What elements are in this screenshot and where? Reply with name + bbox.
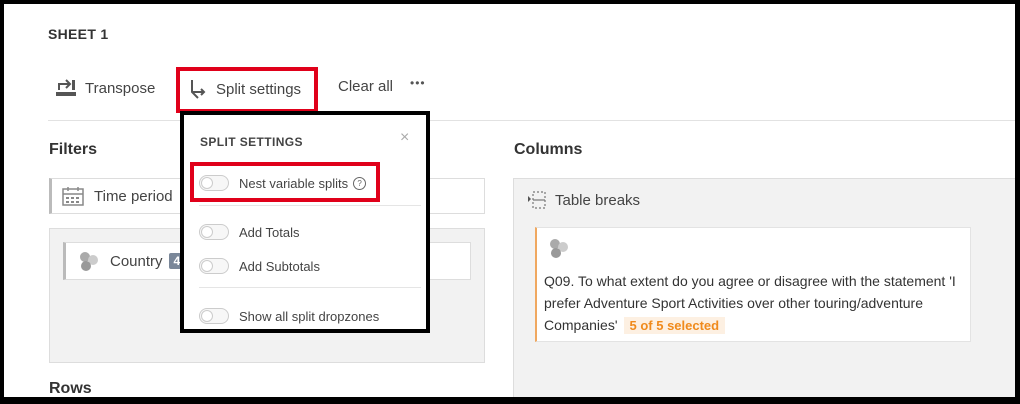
transpose-icon [56, 79, 76, 96]
card-text: Q09. To what extent do you agree or disa… [544, 270, 964, 337]
show-all-split-dropzones-label: Show all split dropzones [239, 308, 380, 324]
columns-title: Columns [514, 141, 583, 158]
clear-all-label: Clear all [338, 78, 394, 95]
add-totals-row: Add Totals [199, 224, 299, 240]
split-settings-popover: SPLIT SETTINGS × Nest variable splits ? … [180, 111, 430, 333]
add-subtotals-toggle[interactable] [199, 258, 229, 274]
popover-divider [199, 287, 421, 288]
sheet-title: SHEET 1 [48, 26, 109, 42]
popover-divider [199, 205, 421, 206]
clear-all-button[interactable]: Clear all [338, 78, 393, 95]
add-subtotals-row: Add Subtotals [199, 258, 320, 274]
more-icon: ••• [410, 76, 426, 90]
rows-title: Rows [49, 380, 92, 397]
variable-card[interactable]: Q09. To what extent do you agree or disa… [535, 227, 971, 342]
add-totals-toggle[interactable] [199, 224, 229, 240]
show-all-split-dropzones-toggle[interactable] [199, 308, 229, 324]
transpose-button[interactable]: Transpose [55, 78, 155, 98]
table-breaks-label: Table breaks [555, 191, 641, 209]
show-all-split-dropzones-row: Show all split dropzones [199, 308, 379, 324]
close-icon[interactable]: × [400, 129, 409, 147]
categorical-variable-icon [550, 239, 568, 258]
filters-title: Filters [49, 141, 98, 158]
add-subtotals-label: Add Subtotals [239, 258, 320, 274]
more-options-button[interactable]: ••• [410, 76, 426, 90]
question-text: Q09. To what extent do you agree or disa… [544, 273, 956, 333]
app-frame: SHEET 1 Transpose Split settings Clear a… [4, 4, 1015, 397]
calendar-icon [62, 187, 84, 206]
time-period-label: Time period [94, 187, 173, 205]
add-totals-label: Add Totals [239, 224, 300, 240]
highlight-split-settings [176, 67, 318, 113]
table-breaks[interactable]: Table breaks [527, 190, 640, 210]
transpose-label: Transpose [85, 79, 156, 97]
table-breaks-icon [528, 191, 546, 209]
categorical-variable-icon [80, 252, 98, 271]
popover-title: SPLIT SETTINGS [200, 135, 303, 149]
country-label: Country [110, 252, 163, 270]
selected-count-badge: 5 of 5 selected [623, 317, 726, 334]
highlight-nest-variable-splits [190, 162, 380, 202]
